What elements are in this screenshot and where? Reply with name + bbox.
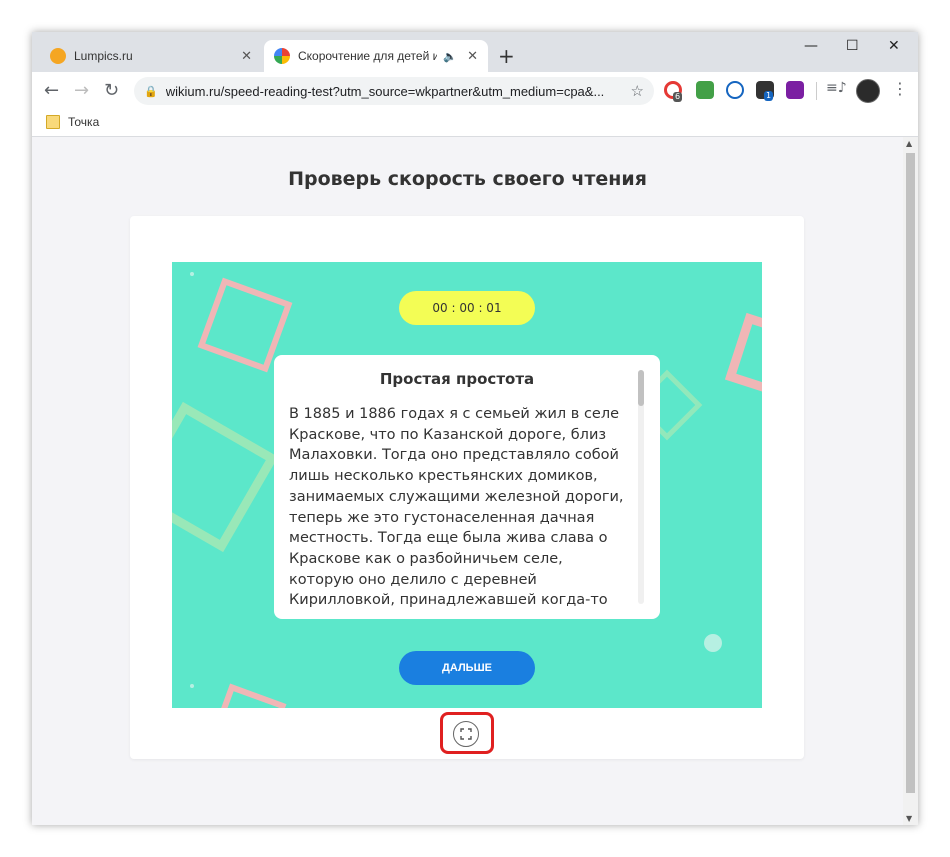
extension-red-icon[interactable]: 6 (664, 81, 683, 102)
back-arrow-icon[interactable]: ← (44, 80, 59, 101)
decorative-square (724, 312, 762, 402)
close-window-button[interactable]: ✕ (888, 38, 900, 54)
bookmarks-bar: Точка (32, 110, 918, 137)
profile-avatar[interactable] (856, 79, 880, 103)
folder-icon (46, 115, 60, 129)
scroll-up-icon[interactable]: ▲ (906, 139, 912, 148)
wikium-favicon-icon (274, 48, 290, 64)
tab-title: Скорочтение для детей и в (298, 49, 438, 63)
extension-cube-icon[interactable]: 1 (756, 81, 774, 101)
scroll-thumb[interactable] (906, 153, 915, 793)
decorative-dot (190, 272, 194, 276)
test-card: 00 : 00 : 01 Простая простота В 1885 и 1… (130, 216, 804, 759)
page-scrollbar[interactable]: ▲ ▼ (903, 137, 918, 825)
forward-arrow-icon[interactable]: → (74, 80, 89, 101)
text-title: Простая простота (379, 370, 535, 388)
extension-purple-icon[interactable] (786, 81, 804, 99)
menu-icon[interactable]: ⋮ (892, 79, 908, 98)
text-scroll-thumb[interactable] (638, 370, 644, 406)
scroll-down-icon[interactable]: ▼ (906, 814, 912, 823)
extension-badge: 1 (764, 91, 774, 101)
decorative-dot (704, 634, 722, 652)
extension-check-icon[interactable] (696, 81, 714, 99)
minimize-button[interactable]: — (804, 38, 818, 54)
reading-text-box[interactable]: Простая простота В 1885 и 1886 годах я с… (274, 355, 660, 619)
tab-lumpics[interactable]: Lumpics.ru ✕ (40, 40, 262, 72)
timer: 00 : 00 : 01 (399, 291, 535, 325)
extension-badge: 6 (673, 92, 683, 102)
close-icon[interactable]: ✕ (241, 48, 252, 64)
new-tab-button[interactable]: + (498, 44, 515, 68)
close-icon[interactable]: ✕ (467, 48, 478, 64)
fullscreen-icon (460, 728, 472, 740)
decorative-square (172, 401, 279, 553)
browser-window: Lumpics.ru ✕ Скорочтение для детей и в 🔈… (32, 32, 918, 825)
url-text[interactable]: wikium.ru/speed-reading-test?utm_source=… (166, 84, 621, 99)
reload-icon[interactable]: ↻ (104, 80, 119, 101)
address-bar[interactable]: 🔒 wikium.ru/speed-reading-test?utm_sourc… (134, 77, 654, 105)
fullscreen-button[interactable] (453, 721, 479, 747)
decorative-dot (190, 684, 194, 688)
next-button[interactable]: ДАЛЬШЕ (399, 651, 535, 685)
decorative-square (209, 683, 287, 708)
tab-strip: Lumpics.ru ✕ Скорочтение для детей и в 🔈… (32, 32, 918, 72)
extension-globe-icon[interactable] (726, 81, 744, 99)
media-control-icon[interactable]: ≡♪ (826, 80, 847, 96)
bookmark-folder-tochka[interactable]: Точка (46, 115, 99, 129)
bookmark-star-icon[interactable]: ☆ (631, 82, 644, 100)
page-title: Проверь скорость своего чтения (288, 168, 647, 190)
tab-wikium[interactable]: Скорочтение для детей и в 🔈 ✕ (264, 40, 488, 72)
text-body: В 1885 и 1886 годах я с семьей жил в сел… (289, 406, 624, 609)
toolbar-divider (816, 82, 817, 100)
speaker-icon[interactable]: 🔈 (443, 50, 457, 63)
reading-stage: 00 : 00 : 01 Простая простота В 1885 и 1… (172, 262, 762, 708)
lumpics-favicon-icon (50, 48, 66, 64)
maximize-button[interactable]: ☐ (846, 38, 859, 54)
tab-title: Lumpics.ru (74, 49, 133, 63)
lock-icon[interactable]: 🔒 (144, 85, 158, 98)
browser-toolbar: ← → ↻ 🔒 wikium.ru/speed-reading-test?utm… (32, 72, 918, 110)
bookmark-label: Точка (68, 115, 100, 129)
